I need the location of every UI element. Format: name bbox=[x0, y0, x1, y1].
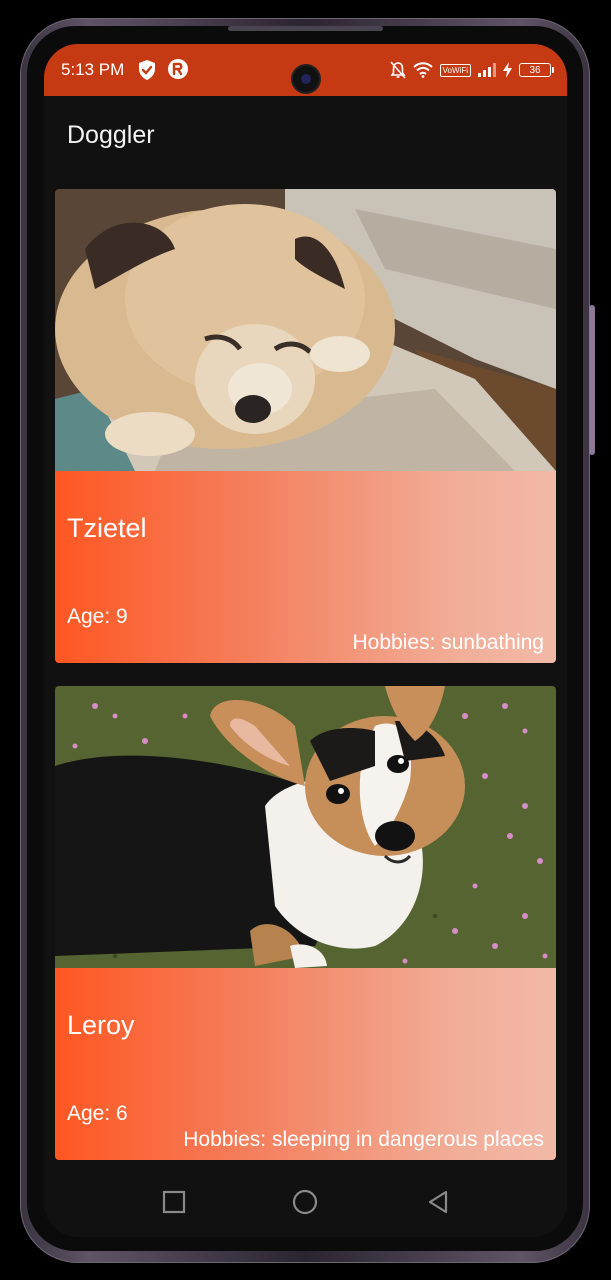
back-icon[interactable] bbox=[424, 1187, 454, 1217]
wifi-icon bbox=[412, 62, 433, 78]
dog-hobbies: Hobbies: sleeping in dangerous places bbox=[183, 1128, 544, 1151]
notifications-off-icon bbox=[390, 61, 406, 79]
status-time: 5:13 PM bbox=[61, 60, 125, 79]
shield-check-icon bbox=[139, 60, 155, 80]
corgi-photo-icon bbox=[55, 686, 556, 968]
dog-card[interactable]: Tzietel Age: 9 Hobbies: sunbathing bbox=[55, 189, 556, 663]
status-icons: VoWiFi 36 bbox=[390, 60, 554, 80]
app-title: Doggler bbox=[67, 121, 155, 149]
earpiece-speaker bbox=[228, 26, 383, 31]
signal-icon bbox=[478, 63, 496, 77]
home-icon[interactable] bbox=[290, 1187, 320, 1217]
dog-hobbies: Hobbies: sunbathing bbox=[352, 631, 544, 654]
app-bar: Doggler bbox=[44, 96, 567, 178]
dog-name: Tzietel bbox=[67, 513, 147, 543]
dog-info-panel: Tzietel Age: 9 Hobbies: sunbathing bbox=[55, 471, 556, 663]
recents-icon[interactable] bbox=[159, 1187, 189, 1217]
dog-age: Age: 9 bbox=[67, 605, 128, 628]
dog-card[interactable]: Leroy Age: 6 Hobbies: sleeping in danger… bbox=[55, 686, 556, 1160]
dog-info-panel: Leroy Age: 6 Hobbies: sleeping in danger… bbox=[55, 968, 556, 1160]
dog-name: Leroy bbox=[67, 1010, 135, 1040]
side-power-button bbox=[589, 305, 595, 455]
screen: 5:13 PM VoWiFi 36 Doggler Tzietel Age: 9… bbox=[44, 44, 567, 1237]
pug-photo-icon bbox=[55, 189, 556, 471]
device-stage: 5:13 PM VoWiFi 36 Doggler Tzietel Age: 9… bbox=[0, 0, 611, 1280]
app-notification-icon bbox=[168, 59, 188, 79]
system-nav-bar bbox=[44, 1167, 567, 1237]
dog-age: Age: 6 bbox=[67, 1102, 128, 1125]
vowifi-badge: VoWiFi bbox=[439, 63, 471, 77]
battery-indicator: 36 bbox=[519, 63, 554, 77]
status-bar: 5:13 PM VoWiFi 36 bbox=[44, 44, 567, 96]
charging-icon bbox=[503, 62, 512, 78]
front-camera bbox=[293, 66, 319, 92]
